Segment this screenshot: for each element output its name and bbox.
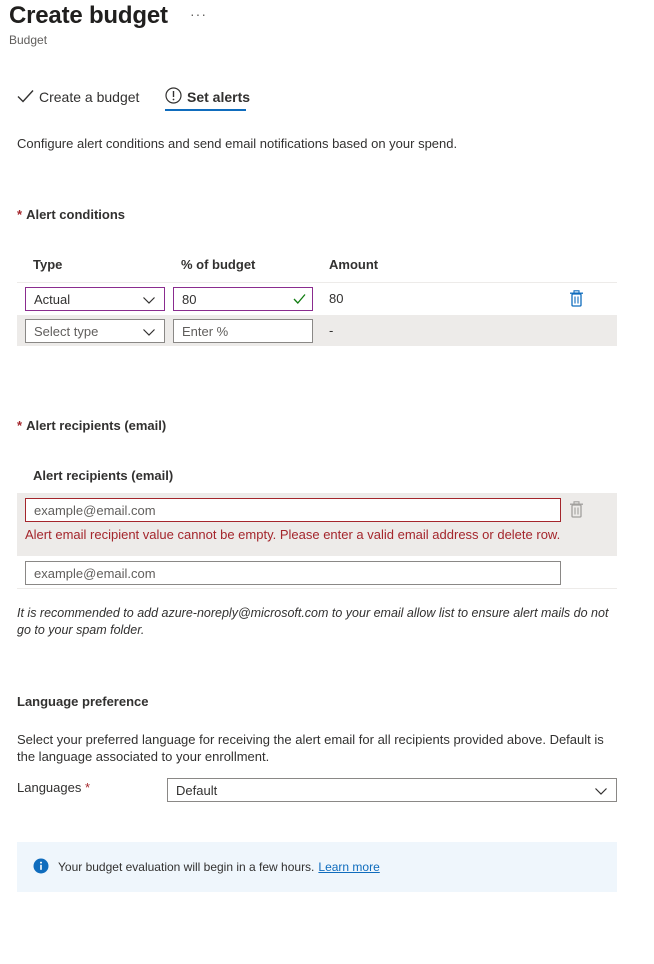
- delete-row-button[interactable]: [569, 290, 584, 310]
- alert-recipients-heading: * Alert recipients (email): [17, 418, 167, 433]
- recipient-error-message: Alert email recipient value cannot be em…: [25, 527, 561, 542]
- info-message-bar: Your budget evaluation will begin in a f…: [17, 842, 617, 892]
- valid-check-icon: [293, 293, 306, 308]
- info-message-text: Your budget evaluation will begin in a f…: [58, 860, 315, 874]
- alert-circle-icon: [165, 87, 187, 107]
- column-header-recipients: Alert recipients (email): [33, 468, 174, 483]
- info-icon: [33, 858, 58, 877]
- tab-label: Create a budget: [39, 89, 140, 105]
- required-marker: *: [17, 418, 23, 433]
- checkmark-icon: [17, 89, 39, 106]
- more-options-button[interactable]: ···: [190, 6, 207, 22]
- column-header-amount: Amount: [329, 257, 379, 272]
- alert-type-select[interactable]: Actual: [25, 287, 165, 311]
- required-marker: *: [17, 207, 23, 222]
- tab-set-alerts[interactable]: Set alerts: [165, 84, 250, 110]
- allow-list-note: It is recommended to add azure-noreply@m…: [17, 606, 609, 637]
- page-title: Create budget: [9, 2, 168, 29]
- languages-label: Languages *: [17, 780, 91, 795]
- chevron-down-icon: [142, 325, 156, 342]
- tab-create-a-budget[interactable]: Create a budget: [17, 84, 139, 110]
- languages-select[interactable]: Default: [167, 778, 617, 802]
- recipient-email-input-new[interactable]: example@email.com: [25, 561, 561, 585]
- page-description: Configure alert conditions and send emai…: [17, 136, 458, 151]
- grid-divider: [17, 588, 617, 589]
- alert-conditions-heading: * Alert conditions: [17, 207, 126, 222]
- column-header-type: Type: [33, 257, 63, 272]
- trash-icon: [569, 501, 584, 521]
- chevron-down-icon: [142, 293, 156, 310]
- required-marker: *: [84, 780, 91, 795]
- amount-value: 80: [329, 291, 344, 306]
- amount-value-empty: -: [329, 323, 334, 338]
- percent-of-budget-input-new[interactable]: Enter %: [173, 319, 313, 343]
- recipient-email-input[interactable]: example@email.com: [25, 498, 561, 522]
- language-preference-heading: Language preference: [17, 694, 149, 709]
- column-header-percent: % of budget: [181, 257, 256, 272]
- language-description: Select your preferred language for recei…: [17, 732, 604, 764]
- chevron-down-icon: [594, 784, 608, 801]
- alert-type-select-new[interactable]: Select type: [25, 319, 165, 343]
- learn-more-link[interactable]: Learn more: [318, 860, 379, 874]
- tab-label: Set alerts: [187, 89, 251, 105]
- delete-recipient-button[interactable]: [569, 501, 584, 521]
- selected-tab-indicator: [165, 109, 246, 111]
- grid-divider: [17, 282, 617, 283]
- percent-of-budget-input[interactable]: 80: [173, 287, 313, 311]
- trash-icon: [569, 290, 584, 310]
- page-subtitle: Budget: [9, 33, 48, 47]
